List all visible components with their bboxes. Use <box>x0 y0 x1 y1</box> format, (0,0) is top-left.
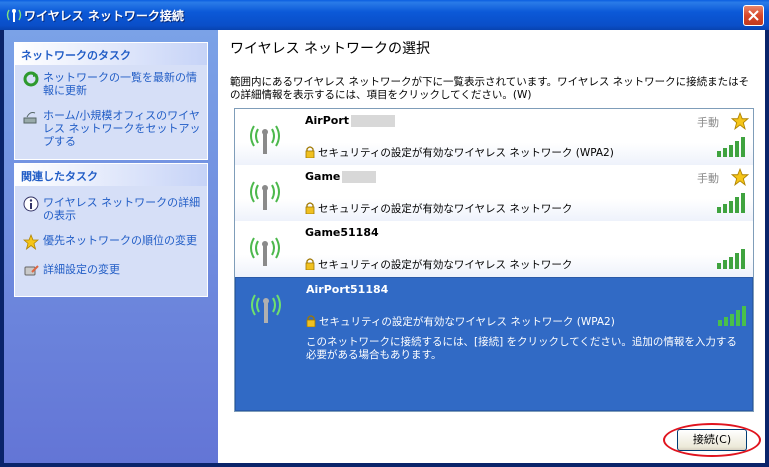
window-client: ネットワークのタスク ネットワークの一覧を最新の情報に更新 ホーム/小規模オフィ… <box>4 30 765 463</box>
connection-mode: 手動 <box>697 172 719 185</box>
redacted-text <box>351 115 396 127</box>
task-view-network-details[interactable]: ワイヤレス ネットワークの詳細の表示 <box>15 196 207 222</box>
redacted-text <box>342 171 377 183</box>
wireless-antenna-icon <box>250 125 280 154</box>
lock-icon <box>305 146 315 158</box>
network-ssid: AirPort51184 <box>306 283 389 296</box>
task-pane: ネットワークのタスク ネットワークの一覧を最新の情報に更新 ホーム/小規模オフィ… <box>4 30 218 463</box>
network-list[interactable]: AirPort 手動 セキュリティの設定が有効なワイヤレス ネットワーク (WP… <box>234 108 754 412</box>
window-title: ワイヤレス ネットワーク接続 <box>24 9 184 23</box>
preferred-star-icon <box>731 112 749 130</box>
star-icon <box>23 234 39 250</box>
info-icon <box>23 196 39 212</box>
network-ssid: AirPort <box>305 114 396 127</box>
wireless-antenna-icon <box>250 181 280 210</box>
related-tasks-panel: 関連したタスク ワイヤレス ネットワークの詳細の表示 優先ネットワークの順位の変… <box>14 163 208 297</box>
task-change-preferred-order[interactable]: 優先ネットワークの順位の変更 <box>15 234 207 250</box>
security-status: セキュリティの設定が有効なワイヤレス ネットワーク (WPA2) <box>305 145 614 160</box>
main-pane: ワイヤレス ネットワークの選択 範囲内にあるワイヤレス ネットワークが下に一覧表… <box>218 30 765 463</box>
title-bar[interactable]: ワイヤレス ネットワーク接続 <box>0 0 769 30</box>
refresh-icon <box>23 71 39 87</box>
page-description: 範囲内にあるワイヤレス ネットワークが下に一覧表示されています。ワイヤレス ネッ… <box>230 76 750 101</box>
close-button[interactable] <box>743 5 764 26</box>
close-icon <box>748 10 759 21</box>
related-tasks-header: 関連したタスク <box>15 164 207 186</box>
signal-strength-icon <box>717 249 745 269</box>
wireless-antenna-icon <box>250 237 280 266</box>
settings-icon <box>24 265 39 276</box>
signal-strength-icon <box>718 306 746 326</box>
task-change-advanced-settings[interactable]: 詳細設定の変更 <box>15 263 207 276</box>
network-item[interactable]: Game51184 セキュリティの設定が有効なワイヤレス ネットワーク <box>235 221 753 278</box>
task-refresh-network-list[interactable]: ネットワークの一覧を最新の情報に更新 <box>15 71 207 97</box>
network-setup-icon <box>23 112 37 124</box>
wireless-antenna-icon <box>251 294 281 323</box>
network-item-selected[interactable]: AirPort51184 セキュリティの設定が有効なワイヤレス ネットワーク (… <box>235 277 753 411</box>
lock-icon <box>305 202 315 214</box>
network-item[interactable]: AirPort 手動 セキュリティの設定が有効なワイヤレス ネットワーク (WP… <box>235 109 753 166</box>
security-status: セキュリティの設定が有効なワイヤレス ネットワーク (WPA2) <box>306 314 615 329</box>
task-label: ホーム/小規模オフィスのワイヤレス ネットワークをセットアップする <box>43 109 201 148</box>
lock-icon <box>305 258 315 270</box>
network-tasks-panel: ネットワークのタスク ネットワークの一覧を最新の情報に更新 ホーム/小規模オフィ… <box>14 42 208 160</box>
signal-strength-icon <box>717 193 745 213</box>
network-ssid: Game51184 <box>305 226 379 239</box>
network-tasks-header: ネットワークのタスク <box>15 43 207 65</box>
security-status: セキュリティの設定が有効なワイヤレス ネットワーク <box>305 257 572 272</box>
wireless-connection-window: ワイヤレス ネットワーク接続 ネットワークのタスク ネットワークの一覧を最新の情… <box>0 0 769 467</box>
wireless-network-icon <box>6 9 22 22</box>
signal-strength-icon <box>717 137 745 157</box>
task-label: 優先ネットワークの順位の変更 <box>43 234 197 247</box>
task-label: 詳細設定の変更 <box>43 263 120 276</box>
connect-button[interactable]: 接続(C) <box>677 429 747 451</box>
page-title: ワイヤレス ネットワークの選択 <box>230 41 431 57</box>
network-ssid: Game <box>305 170 377 183</box>
task-label: ネットワークの一覧を最新の情報に更新 <box>43 71 197 97</box>
task-label: ワイヤレス ネットワークの詳細の表示 <box>43 196 201 222</box>
security-status: セキュリティの設定が有効なワイヤレス ネットワーク <box>305 201 572 216</box>
lock-icon <box>306 315 316 327</box>
task-setup-home-network[interactable]: ホーム/小規模オフィスのワイヤレス ネットワークをセットアップする <box>15 109 207 148</box>
preferred-star-icon <box>731 168 749 186</box>
network-item[interactable]: Game 手動 セキュリティの設定が有効なワイヤレス ネットワーク <box>235 165 753 222</box>
connection-mode: 手動 <box>697 116 719 129</box>
connect-instruction: このネットワークに接続するには、[接続] をクリックしてください。追加の情報を入… <box>306 336 737 361</box>
